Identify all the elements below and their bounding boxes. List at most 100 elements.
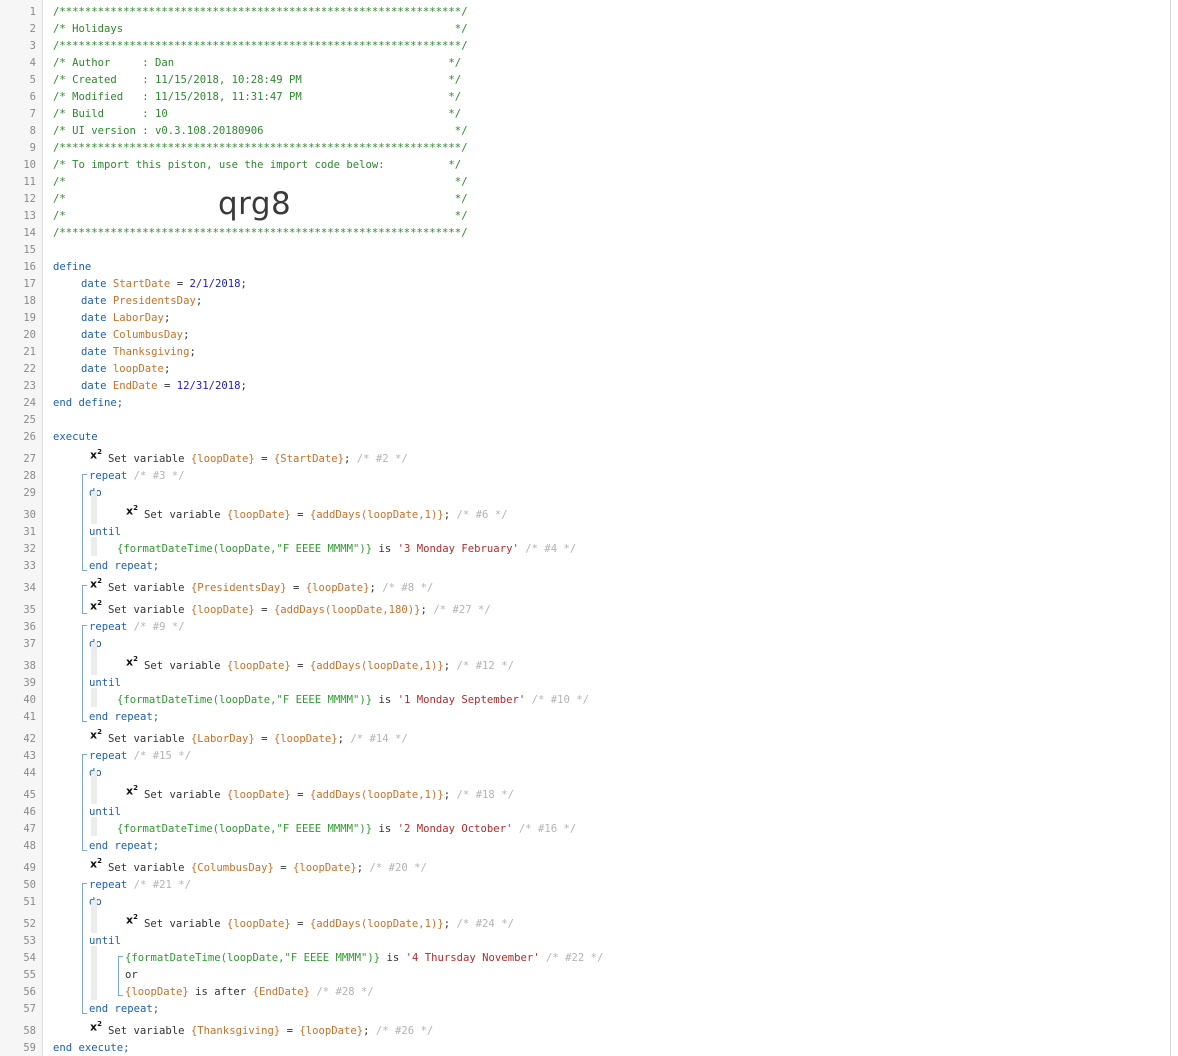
semicolon: ;	[240, 278, 247, 290]
statement-id-comment: /* #3 */	[127, 470, 185, 482]
set-variable-statement[interactable]: Set variable {PresidentsDay} = {loopDate…	[108, 581, 433, 595]
line-number: 28	[23, 470, 36, 482]
variable-name: loopDate	[112, 363, 164, 375]
line-number: 59	[23, 1042, 36, 1054]
variable-type: date	[81, 329, 107, 341]
assigned-value: {loopDate}	[273, 733, 338, 745]
target-variable: {loopDate}	[226, 660, 291, 672]
assign-operator: =	[290, 789, 310, 801]
statement-text: Set variable	[144, 660, 227, 672]
semicolon: ;	[183, 329, 190, 341]
line-number: 46	[23, 806, 36, 818]
set-variable-statement[interactable]: Set variable {loopDate} = {addDays(loopD…	[144, 788, 514, 802]
keyword-line[interactable]: end repeat;	[89, 839, 159, 853]
keyword-line[interactable]: repeat /* #15 */	[89, 749, 191, 763]
line-number: 51	[23, 896, 36, 908]
line-number: 30	[23, 509, 36, 521]
keyword-line[interactable]: repeat /* #3 */	[89, 469, 185, 483]
set-variable-statement[interactable]: Set variable {loopDate} = {addDays(loopD…	[144, 917, 514, 931]
repeat-block-bracket-bottom	[82, 850, 87, 851]
x2-icon-sup: 2	[133, 655, 138, 663]
set-variable-statement[interactable]: Set variable {LaborDay} = {loopDate}; /*…	[108, 732, 408, 746]
set-variable-statement[interactable]: Set variable {loopDate} = {StartDate}; /…	[108, 452, 408, 466]
line-number: 9	[29, 142, 36, 154]
condition[interactable]: {formatDateTime(loopDate,"F EEEE MMMM")}…	[117, 822, 576, 836]
statement-id-comment: /* #20 */	[369, 862, 427, 874]
condition[interactable]: {formatDateTime(loopDate,"F EEEE MMMM")}…	[117, 693, 589, 707]
x2-icon-sup: 2	[133, 504, 138, 512]
define-variable-line[interactable]: date LaborDay;	[81, 311, 170, 325]
statement-id-comment: /* #2 */	[356, 453, 408, 465]
keyword-line[interactable]: repeat /* #9 */	[89, 620, 185, 634]
condition[interactable]: {formatDateTime(loopDate,"F EEEE MMMM")}…	[125, 951, 603, 965]
keyword-line[interactable]: repeat /* #21 */	[89, 878, 191, 892]
set-variable-statement[interactable]: Set variable {Thanksgiving} = {loopDate}…	[108, 1024, 433, 1038]
line-number: 4	[29, 57, 36, 69]
keyword: end repeat;	[89, 711, 160, 723]
condition-operator: is	[372, 694, 398, 706]
statement-id-comment: /* #4 */	[518, 543, 577, 555]
assign-operator: =	[170, 278, 190, 290]
statement-id-comment: /* #16 */	[512, 823, 577, 835]
x2-icon: x2	[90, 577, 102, 591]
line-number: 10	[23, 159, 36, 171]
define-variable-line[interactable]: date StartDate = 2/1/2018;	[81, 277, 247, 291]
condition-group-bracket-bottom	[118, 995, 123, 996]
semicolon: ;	[356, 862, 370, 874]
header-border: /***************************************…	[53, 142, 468, 154]
repeat-block-bracket-top	[82, 474, 87, 475]
statement-text: Set variable	[144, 509, 227, 521]
set-variable-statement[interactable]: Set variable {loopDate} = {addDays(loopD…	[144, 659, 514, 673]
repeat-block-bracket-bottom	[82, 570, 87, 571]
define-variable-line[interactable]: date EndDate = 12/31/2018;	[81, 379, 247, 393]
header-created: /* Created : 11/15/2018, 10:28:49 PM */	[53, 74, 462, 86]
logical-operator[interactable]: or	[125, 968, 138, 982]
semicolon: ;	[363, 1025, 376, 1037]
define-variable-line[interactable]: date ColumbusDay;	[81, 328, 189, 342]
line-number: 45	[23, 789, 36, 801]
target-variable: {loopDate}	[226, 918, 291, 930]
line-number: 25	[23, 414, 36, 426]
variable-value: 12/31/2018	[176, 380, 241, 392]
repeat-block-bracket-top	[82, 883, 87, 884]
statement-id-comment: /* #6 */	[456, 509, 508, 521]
assign-operator: =	[254, 604, 274, 616]
line-number: 49	[23, 862, 36, 874]
line-number: 31	[23, 526, 36, 538]
keyword: repeat	[89, 470, 128, 482]
variable-type: date	[81, 278, 107, 290]
statement-text: Set variable	[108, 582, 191, 594]
repeat-block-bracket-bottom	[82, 721, 87, 722]
header-author: /* Author : Dan */	[53, 57, 462, 69]
variable-name: ColumbusDay	[112, 329, 184, 341]
end-execute-keyword: end execute;	[53, 1042, 130, 1054]
import-code[interactable]: qrg8	[218, 186, 291, 222]
define-variable-line[interactable]: date loopDate;	[81, 362, 170, 376]
keyword-line[interactable]: end repeat;	[89, 559, 159, 573]
variable-type: date	[81, 312, 107, 324]
set-variable-statement[interactable]: Set variable {loopDate} = {addDays(loopD…	[144, 508, 508, 522]
keyword: end repeat;	[89, 840, 160, 852]
or-operator: or	[125, 969, 138, 981]
define-variable-line[interactable]: date PresidentsDay;	[81, 294, 202, 308]
line-number: 12	[23, 193, 36, 205]
keyword-line[interactable]: end repeat;	[89, 1002, 159, 1016]
repeat-block-bracket-top	[82, 625, 87, 626]
semicolon: ;	[443, 918, 457, 930]
assigned-value: {addDays(loopDate,180)}	[273, 604, 421, 616]
line-number: 56	[23, 986, 36, 998]
set-variable-statement[interactable]: Set variable {ColumbusDay} = {loopDate};…	[108, 861, 427, 875]
condition[interactable]: {formatDateTime(loopDate,"F EEEE MMMM")}…	[117, 542, 576, 556]
condition-value: '2 Monday October'	[397, 823, 513, 835]
statement-id-comment: /* #26 */	[375, 1025, 434, 1037]
line-number: 54	[23, 952, 36, 964]
keyword-line[interactable]: end repeat;	[89, 710, 159, 724]
define-variable-line[interactable]: date Thanksgiving;	[81, 345, 196, 359]
target-variable: {Thanksgiving}	[190, 1025, 281, 1037]
x2-icon-sup: 2	[97, 857, 102, 865]
line-number: 43	[23, 750, 36, 762]
condition[interactable]: {loopDate} is after {EndDate} /* #28 */	[125, 985, 374, 999]
set-variable-statement[interactable]: Set variable {loopDate} = {addDays(loopD…	[108, 603, 491, 617]
indent-guide	[91, 688, 97, 707]
condition-expression: {formatDateTime(loopDate,"F EEEE MMMM")}	[117, 823, 373, 835]
